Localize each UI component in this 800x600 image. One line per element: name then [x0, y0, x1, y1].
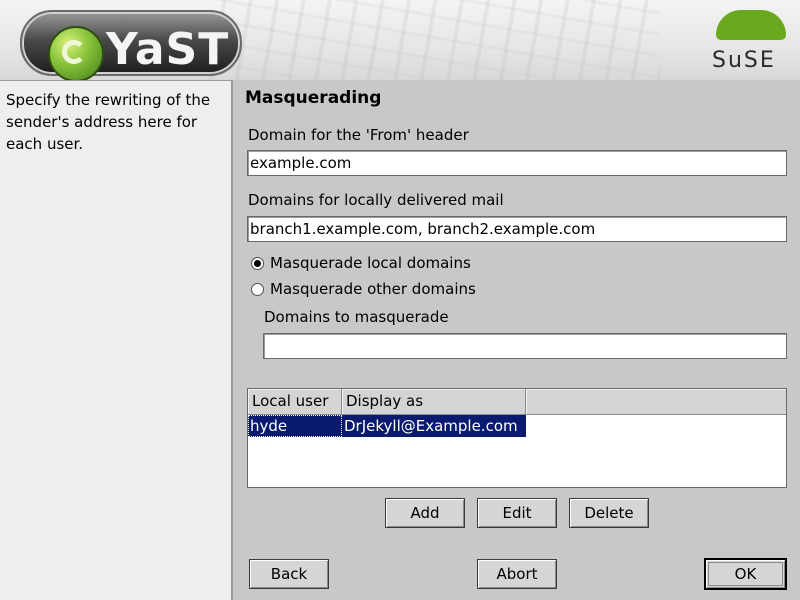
column-header-empty — [526, 389, 786, 414]
radio-other-button[interactable] — [251, 282, 264, 296]
back-button[interactable]: Back — [249, 559, 329, 589]
from-domain-field[interactable]: example.com — [247, 150, 787, 176]
local-domains-field[interactable]: branch1.example.com, branch2.example.com — [247, 216, 787, 242]
masquerade-table[interactable]: Local user Display as hyde DrJekyll@Exam… — [247, 388, 787, 488]
radio-local-label: Masquerade local domains — [270, 254, 471, 272]
yast-ball-icon — [48, 26, 104, 80]
masq-domains-field[interactable] — [263, 333, 787, 359]
keyboard-background — [200, 0, 660, 80]
ok-button[interactable]: OK — [704, 558, 787, 590]
yast-logo: YaST — [20, 10, 242, 80]
column-header-display-as[interactable]: Display as — [342, 389, 526, 414]
radio-other-label: Masquerade other domains — [270, 280, 476, 298]
abort-button[interactable]: Abort — [477, 559, 557, 589]
table-row[interactable]: hyde DrJekyll@Example.com — [248, 415, 786, 437]
from-domain-label: Domain for the 'From' header — [248, 126, 469, 144]
column-header-local-user[interactable]: Local user — [248, 389, 342, 414]
table-header: Local user Display as — [248, 389, 786, 415]
header-banner: YaST SuSE — [0, 0, 800, 80]
radio-masquerade-local[interactable]: Masquerade local domains — [251, 254, 471, 272]
page-title: Masquerading — [245, 88, 382, 108]
suse-logo: SuSE — [708, 8, 790, 74]
help-panel: Specify the rewriting of the sender's ad… — [0, 80, 233, 600]
yast-logo-text: YaST — [106, 24, 230, 75]
delete-button[interactable]: Delete — [569, 498, 649, 528]
radio-local-button[interactable] — [251, 256, 264, 270]
help-text: Specify the rewriting of the sender's ad… — [6, 91, 211, 153]
masq-domains-label: Domains to masquerade — [264, 308, 449, 326]
suse-logo-text: SuSE — [712, 48, 776, 73]
local-domains-label: Domains for locally delivered mail — [248, 191, 504, 209]
chameleon-icon — [716, 10, 786, 40]
edit-button[interactable]: Edit — [477, 498, 557, 528]
cell-local-user: hyde — [248, 415, 342, 437]
radio-masquerade-other[interactable]: Masquerade other domains — [251, 280, 476, 298]
cell-display-as: DrJekyll@Example.com — [342, 415, 526, 437]
add-button[interactable]: Add — [385, 498, 465, 528]
